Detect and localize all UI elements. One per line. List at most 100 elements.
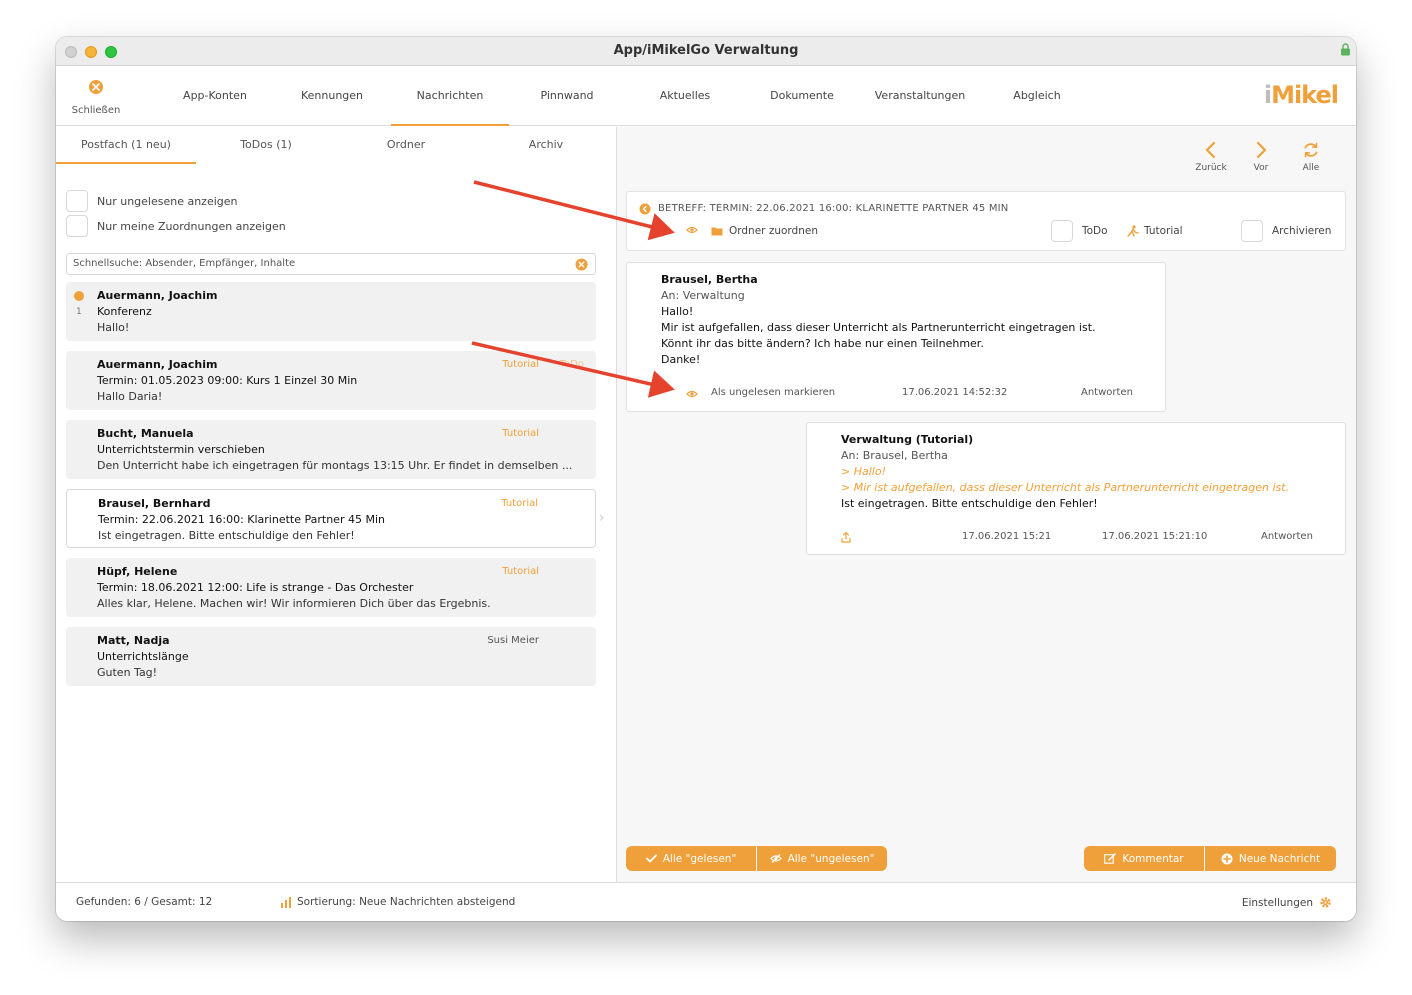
todo-checkbox[interactable]	[1051, 220, 1073, 242]
bubble-sender: Brausel, Bertha	[661, 273, 758, 286]
tab-todos[interactable]: ToDos (1)	[196, 127, 336, 164]
chevron-left-icon	[1205, 141, 1216, 159]
unread-dot-icon	[74, 291, 84, 301]
list-item-selected[interactable]: Brausel, Bernhard Tutorial Termin: 22.06…	[66, 489, 596, 548]
chevron-right-nav-icon	[1256, 141, 1267, 159]
comment-label: Kommentar	[1122, 852, 1184, 865]
message-sender: Auermann, Joachim	[97, 289, 218, 302]
eye-icon[interactable]	[686, 390, 698, 398]
clear-search-icon[interactable]	[575, 258, 588, 271]
unread-count: 1	[76, 307, 82, 317]
search-input[interactable]: Schnellsuche: Absender, Empfänger, Inhal…	[66, 253, 596, 275]
message-list-pane: Postfach (1 neu) ToDos (1) Ordner Archiv…	[56, 127, 616, 882]
tab-dokumente[interactable]: Dokumente	[743, 67, 861, 126]
tab-archiv[interactable]: Archiv	[476, 127, 616, 164]
archive-checkbox[interactable]	[1241, 220, 1263, 242]
filter-unread-checkbox[interactable]	[66, 190, 88, 212]
search-placeholder: Schnellsuche: Absender, Empfänger, Inhal…	[73, 258, 296, 269]
tab-pinnwand[interactable]: Pinnwand	[508, 67, 626, 126]
bubble-send-time: 17.06.2021 15:21	[962, 531, 1052, 542]
mark-read-toggle[interactable]	[686, 226, 698, 234]
mark-all-unread-label: Alle "ungelesen"	[787, 852, 875, 865]
message-preview: Den Unterricht habe ich eingetragen für …	[97, 459, 573, 472]
list-item[interactable]: Bucht, Manuela Tutorial Unterrichtstermi…	[66, 420, 596, 479]
archive-toggle[interactable]: Archivieren	[1241, 220, 1331, 242]
back-label: Zurück	[1195, 163, 1227, 173]
message-sender: Hüpf, Helene	[97, 565, 178, 578]
tab-aktuelles[interactable]: Aktuelles	[626, 67, 744, 126]
message-subject: Unterrichtstermin verschieben	[97, 443, 265, 456]
upload-icon[interactable]	[841, 531, 851, 543]
message-tag: Tutorial	[502, 566, 539, 577]
message-subject: Termin: 18.06.2021 12:00: Life is strang…	[97, 581, 414, 594]
filter-mine-row: Nur meine Zuordnungen anzeigen	[66, 215, 286, 237]
message-tag-todo: ToDo	[559, 359, 584, 370]
refresh-all-button[interactable]: Alle	[1289, 141, 1333, 173]
message-preview: Hallo Daria!	[97, 390, 163, 403]
message-bubble-outgoing: Verwaltung (Tutorial) An: Brausel, Berth…	[806, 422, 1346, 555]
forward-label: Vor	[1253, 163, 1269, 173]
comment-button[interactable]: Kommentar	[1084, 846, 1205, 871]
assign-folder-label: Ordner zuordnen	[729, 225, 818, 237]
mark-all-read-button[interactable]: Alle "gelesen"	[626, 846, 757, 871]
message-subject: Termin: 22.06.2021 16:00: Klarinette Par…	[98, 513, 385, 526]
back-circle-icon[interactable]	[639, 203, 651, 215]
message-tag: Tutorial	[501, 498, 538, 509]
back-button[interactable]: Zurück	[1189, 141, 1233, 173]
new-message-button[interactable]: Neue Nachricht	[1205, 846, 1336, 871]
bubble-body-line: Ist eingetragen. Bitte entschuldige den …	[841, 497, 1098, 510]
todo-label: ToDo	[1082, 225, 1108, 237]
tab-app-konten[interactable]: App-Konten	[156, 67, 274, 126]
settings-label: Einstellungen	[1241, 896, 1313, 909]
list-item[interactable]: Auermann, Joachim Tutorial ToDo Termin: …	[66, 351, 596, 410]
message-preview: Hallo!	[97, 321, 130, 334]
tab-ordner[interactable]: Ordner	[336, 127, 476, 164]
filter-unread-label: Nur ungelesene anzeigen	[97, 194, 238, 208]
sort-button[interactable]: Sortierung: Neue Nachrichten absteigend	[280, 896, 515, 908]
folder-icon	[711, 227, 723, 236]
bubble-timestamp: 17.06.2021 15:21:10	[1102, 531, 1208, 542]
message-subject: Unterrichtslänge	[97, 650, 189, 663]
refresh-all-label: Alle	[1302, 163, 1320, 173]
list-item[interactable]: Hüpf, Helene Tutorial Termin: 18.06.2021…	[66, 558, 596, 617]
tab-veranstaltungen[interactable]: Veranstaltungen	[861, 67, 979, 126]
filter-mine-checkbox[interactable]	[66, 215, 88, 237]
main-toolbar: Schließen App-Konten Kennungen Nachricht…	[56, 67, 1356, 126]
reply-button[interactable]: Antworten	[1081, 387, 1133, 398]
message-sender: Auermann, Joachim	[97, 358, 218, 371]
window-title: App/iMikelGo Verwaltung	[613, 43, 799, 58]
mark-unread-button[interactable]: Als ungelesen markieren	[711, 387, 835, 398]
sort-label: Sortierung: Neue Nachrichten absteigend	[297, 896, 516, 908]
tutorial-assignee[interactable]: Tutorial	[1127, 225, 1183, 237]
tab-kennungen[interactable]: Kennungen	[273, 67, 391, 126]
close-button-label: Schließen	[71, 105, 121, 116]
subject-text: BETREFF: TERMIN: 22.06.2021 16:00: KLARI…	[658, 203, 1009, 214]
bubble-body-line: Danke!	[661, 353, 701, 366]
forward-button[interactable]: Vor	[1239, 141, 1283, 173]
status-bar: Gefunden: 6 / Gesamt: 12 Sortierung: Neu…	[56, 882, 1356, 921]
tab-abgleich[interactable]: Abgleich	[978, 67, 1096, 126]
list-item[interactable]: 1 Auermann, Joachim Konferenz Hallo!	[66, 282, 596, 341]
bubble-quote-line: > Hallo!	[841, 465, 886, 478]
lock-icon	[1341, 43, 1350, 56]
list-item[interactable]: Matt, Nadja Susi Meier Unterrichtslänge …	[66, 627, 596, 686]
mark-all-unread-button[interactable]: Alle "ungelesen"	[757, 846, 887, 871]
refresh-icon	[1304, 142, 1318, 158]
message-tag: Tutorial	[502, 428, 539, 439]
settings-button[interactable]: Einstellungen	[1242, 896, 1332, 909]
read-status-button-group: Alle "gelesen" Alle "ungelesen"	[626, 846, 887, 872]
bubble-body-line: Hallo!	[661, 305, 694, 318]
bar-chart-icon	[281, 896, 291, 908]
todo-toggle[interactable]: ToDo	[1051, 220, 1108, 242]
tab-postfach[interactable]: Postfach (1 neu)	[56, 127, 196, 164]
tab-nachrichten[interactable]: Nachrichten	[391, 67, 509, 126]
message-preview: Alles klar, Helene. Machen wir! Wir info…	[97, 597, 491, 610]
message-sender: Bucht, Manuela	[97, 427, 194, 440]
app-window: App/iMikelGo Verwaltung Schließen App-Ko…	[56, 37, 1356, 921]
checkmark-icon	[645, 854, 657, 863]
reply-button[interactable]: Antworten	[1261, 531, 1313, 542]
assign-folder-button[interactable]: Ordner zuordnen	[711, 225, 818, 237]
close-button[interactable]: Schließen	[70, 79, 122, 117]
eye-slash-icon	[769, 854, 782, 863]
edit-icon	[1104, 853, 1117, 864]
